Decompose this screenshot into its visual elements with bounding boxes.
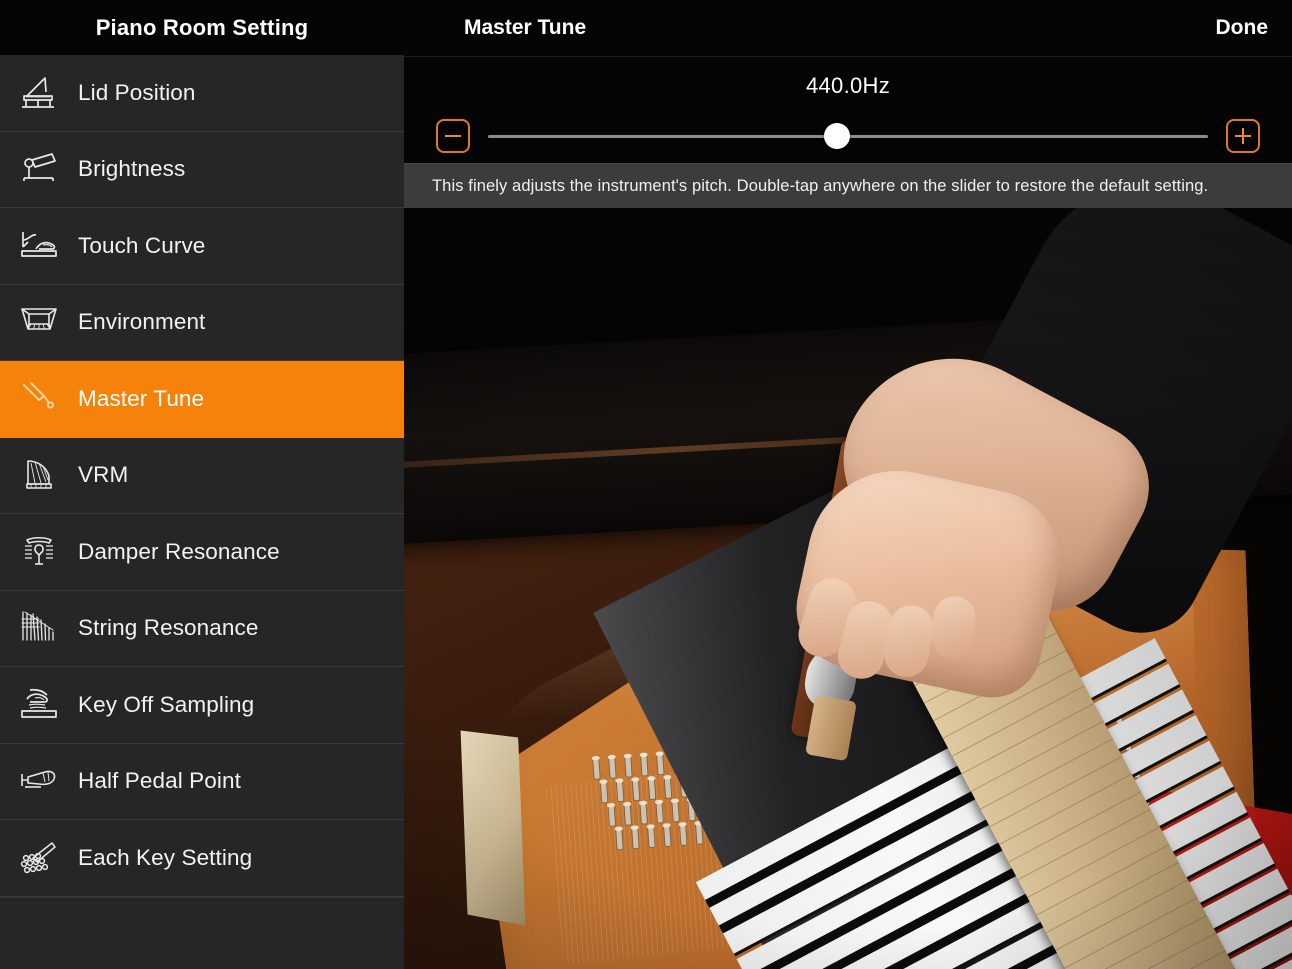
sidebar-item-vrm[interactable]: VRM	[0, 437, 404, 514]
sidebar: Piano Room Setting Lid Position Brightne…	[0, 0, 404, 969]
sidebar-item-label: Each Key Setting	[78, 844, 253, 870]
sidebar-item-master-tune[interactable]: Master Tune	[0, 361, 404, 438]
page-title: Piano Room Setting	[95, 14, 309, 40]
hand-on-keys-icon	[16, 223, 62, 269]
sidebar-item-label: Lid Position	[78, 79, 196, 105]
sidebar-item-label: Damper Resonance	[78, 538, 280, 564]
decrement-button[interactable]	[436, 119, 470, 153]
sidebar-item-label: Half Pedal Point	[78, 768, 241, 794]
sidebar-item-environment[interactable]: Environment	[0, 284, 404, 361]
sidebar-item-touch-curve[interactable]: Touch Curve	[0, 208, 404, 285]
detail-panel: Master Tune Done 440.0Hz This finely adj…	[404, 0, 1292, 969]
sidebar-item-label: Environment	[78, 309, 206, 335]
sidebar-header: Piano Room Setting	[0, 0, 404, 55]
hint-text: This finely adjusts the instrument's pit…	[432, 176, 1209, 195]
sidebar-item-string-resonance[interactable]: String Resonance	[0, 590, 404, 667]
sidebar-empty-area	[0, 896, 404, 969]
sidebar-item-label: Key Off Sampling	[78, 691, 255, 717]
master-tune-control: 440.0Hz	[404, 57, 1292, 163]
sidebar-item-half-pedal-point[interactable]: Half Pedal Point	[0, 743, 404, 820]
sidebar-menu: Lid Position Brightness Touch Curve Envi…	[0, 55, 404, 969]
piano-lamp-icon	[16, 146, 62, 192]
detail-header: Master Tune Done	[404, 0, 1292, 57]
foot-on-pedal-icon	[16, 758, 62, 804]
piano-soundboard-icon	[16, 452, 62, 498]
plus-icon-vertical	[1242, 128, 1244, 144]
grand-piano-lid-icon	[16, 70, 62, 116]
sidebar-item-label: Brightness	[78, 156, 186, 182]
sidebar-item-lid-position[interactable]: Lid Position	[0, 55, 404, 132]
sidebar-item-label: String Resonance	[78, 615, 259, 641]
sidebar-item-label: Master Tune	[78, 385, 205, 411]
hand-lifting-keys-icon	[16, 682, 62, 728]
room-perspective-icon	[16, 299, 62, 345]
piano-tuning-photo	[404, 208, 1292, 969]
done-button[interactable]: Done	[1216, 16, 1269, 40]
damper-pedal-icon	[16, 529, 62, 575]
hint-bar: This finely adjusts the instrument's pit…	[404, 163, 1292, 208]
master-tune-value: 440.0Hz	[805, 73, 891, 98]
sidebar-item-label: Touch Curve	[78, 232, 206, 258]
sidebar-item-brightness[interactable]: Brightness	[0, 131, 404, 208]
detail-title: Master Tune	[464, 16, 587, 39]
slider-thumb[interactable]	[824, 123, 851, 149]
increment-button[interactable]	[1226, 119, 1260, 153]
minus-icon	[445, 135, 461, 137]
master-tune-slider[interactable]	[488, 119, 1208, 153]
strings-icon	[16, 605, 62, 651]
tuning-fork-icon	[16, 376, 62, 422]
sidebar-item-label: VRM	[78, 462, 129, 488]
sidebar-item-each-key-setting[interactable]: Each Key Setting	[0, 820, 404, 897]
sidebar-item-key-off-sampling[interactable]: Key Off Sampling	[0, 667, 404, 744]
piano-room-setting-screen: Piano Room Setting Lid Position Brightne…	[0, 0, 1292, 969]
tuning-pins-icon	[16, 835, 62, 881]
slider-row	[404, 109, 1292, 163]
sidebar-item-damper-resonance[interactable]: Damper Resonance	[0, 514, 404, 591]
